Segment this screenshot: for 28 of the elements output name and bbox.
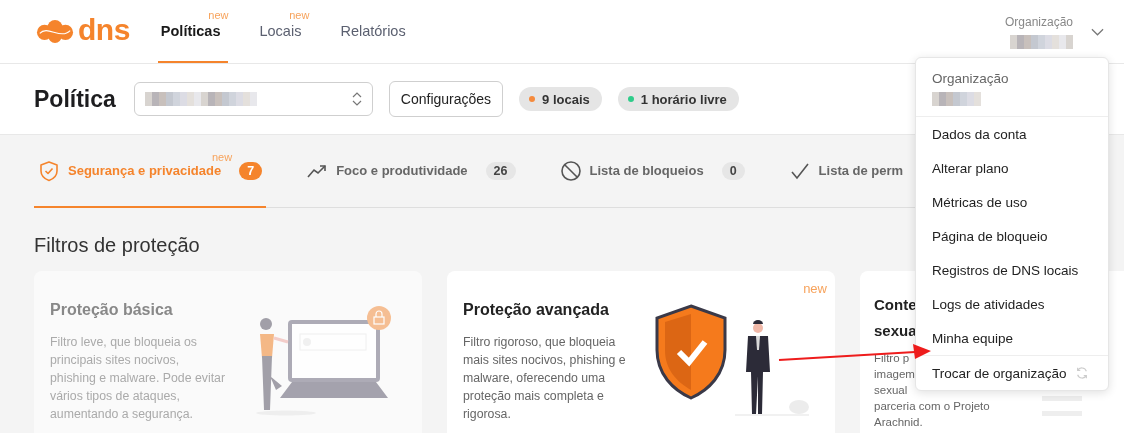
page-title: Política <box>34 85 116 113</box>
card-title-fragment: Conte <box>874 295 917 315</box>
card-text-fragment: Arachnid. <box>874 415 923 430</box>
pill-label: 9 locais <box>542 91 590 107</box>
card-text-fragment: imagem <box>874 367 915 382</box>
new-label: new <box>803 281 827 296</box>
tab-label: Lista de perm <box>818 163 904 178</box>
card-title: Proteção avançada <box>463 300 610 320</box>
card-title: Proteção básica <box>50 300 174 320</box>
logo-text: dns <box>78 14 130 48</box>
new-label: new <box>289 9 310 21</box>
tab-label: Foco e produtividade <box>336 163 468 178</box>
card-text-fragment: parceria com o Projeto <box>874 399 990 414</box>
tab-label: Lista de bloqueios <box>589 163 704 178</box>
new-label: new <box>211 151 233 163</box>
menu-header-label: Organização <box>932 71 1009 86</box>
new-label: new <box>208 9 229 21</box>
count-badge: 7 <box>239 161 263 180</box>
card-text-fragment: sexual <box>874 383 908 398</box>
card-description: Filtro leve, que bloqueia os principais sites nocivos, phishing e malware. Pode evitar vários tipos de ataques, aumentando a segurança. <box>50 334 226 423</box>
count-badge: 26 <box>485 161 516 180</box>
count-badge: 0 <box>721 161 745 180</box>
card-description: Filtro rigoroso, que bloqueia mais sites nocivos, phishing e malware, oferecendo uma proteção mais completa e rigorosa. <box>463 334 627 423</box>
card-title-fragment: sexua <box>874 321 917 341</box>
pill-label: 1 horário livre <box>640 91 727 107</box>
organization-label: Organização <box>1004 14 1073 29</box>
tab-label: Segurança e privacidade <box>68 163 222 178</box>
section-title: Filtros de proteção <box>34 234 200 257</box>
